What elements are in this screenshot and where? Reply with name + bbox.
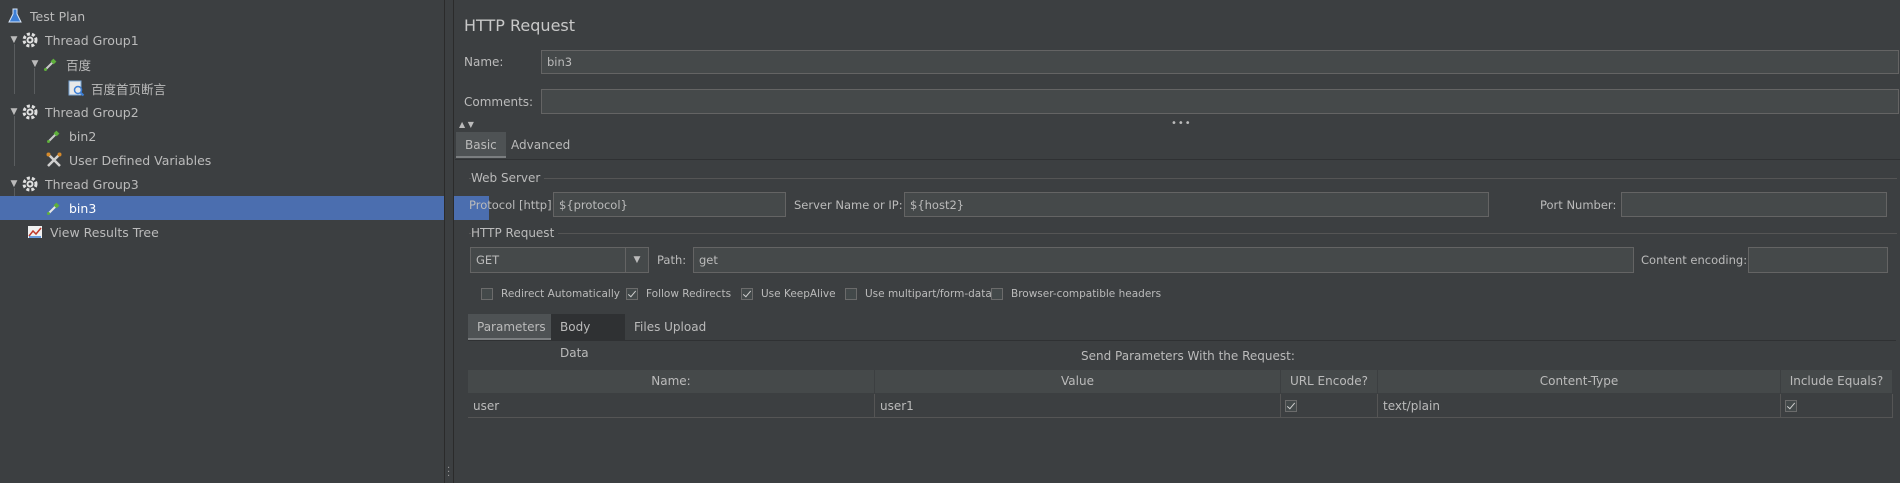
use-multipart-checkbox[interactable]: Use multipart/form-data — [845, 288, 992, 300]
checkbox-box[interactable] — [741, 288, 753, 300]
tree-item-user-defined-variables[interactable]: User Defined Variables — [0, 148, 489, 172]
follow-redirects-checkbox[interactable]: Follow Redirects — [626, 288, 731, 300]
checkbox-label: Browser-compatible headers — [1011, 288, 1162, 300]
tab-body-data[interactable]: Body Data — [551, 314, 625, 360]
url-encode-checkbox[interactable] — [1285, 400, 1297, 412]
graph-icon — [26, 223, 44, 241]
checkbox-box[interactable] — [626, 288, 638, 300]
checkbox-box[interactable] — [845, 288, 857, 300]
flask-icon — [6, 7, 24, 25]
http-request-panel: HTTP Request Name: Comments: ▲ ▼ ••• Bas… — [455, 0, 1900, 483]
tree-item-thread-group3[interactable]: ▼ Thread Group3 — [0, 172, 451, 196]
splitter-grip-icon: · · · — [447, 463, 451, 482]
gear-icon — [21, 175, 39, 193]
checkbox-label: Use KeepAlive — [761, 288, 836, 300]
content-type-cell[interactable]: text/plain — [1378, 394, 1781, 418]
wrench-icon — [45, 151, 63, 169]
gear-icon — [21, 103, 39, 121]
tree-item-baidu[interactable]: ▼ 百度 — [0, 52, 472, 76]
protocol-label: Protocol [http]: — [469, 198, 556, 212]
tree-item-thread-group1[interactable]: ▼ Thread Group1 — [0, 28, 451, 52]
redirect-automatically-checkbox[interactable]: Redirect Automatically — [481, 288, 620, 300]
port-number-field[interactable] — [1621, 192, 1887, 217]
name-field[interactable] — [541, 50, 1899, 74]
server-name-field[interactable] — [904, 192, 1489, 217]
method-value: GET — [476, 253, 500, 267]
tree-item-label: bin3 — [69, 200, 97, 216]
tree-item-baidu-assertion[interactable]: 百度首页断言 — [0, 76, 511, 100]
sub-tab-bar-line — [468, 340, 1896, 341]
expand-triangle-icon[interactable]: ▼ — [7, 35, 21, 45]
include-equals-cell[interactable] — [1781, 394, 1893, 418]
tree-item-label: Thread Group1 — [45, 32, 139, 48]
tree-item-label: bin2 — [69, 128, 97, 144]
assertion-icon — [67, 79, 85, 97]
param-name-cell[interactable]: user — [468, 394, 875, 418]
name-label: Name: — [464, 55, 504, 69]
tree-item-label: User Defined Variables — [69, 152, 212, 168]
expand-triangle-icon[interactable]: ▼ — [7, 107, 21, 117]
web-server-title: Web Server — [471, 171, 545, 185]
tree-item-label: View Results Tree — [50, 224, 159, 240]
web-server-divider — [469, 178, 1897, 179]
include-equals-checkbox[interactable] — [1785, 400, 1797, 412]
browser-compatible-headers-checkbox[interactable]: Browser-compatible headers — [991, 288, 1161, 300]
http-request-section-title: HTTP Request — [471, 226, 559, 240]
pane-splitter[interactable]: · · · — [444, 0, 454, 483]
protocol-field[interactable] — [553, 192, 786, 217]
checkbox-label: Follow Redirects — [646, 288, 732, 300]
http-request-divider — [469, 233, 1897, 234]
tab-parameters[interactable]: Parameters — [468, 314, 551, 340]
checkbox-label: Use multipart/form-data — [865, 288, 992, 300]
test-plan-tree[interactable]: Test Plan ▼ Thread Group1 ▼ 百度 百度首页断言 ▼ … — [0, 0, 489, 483]
table-row[interactable]: user user1 text/plain — [468, 394, 1893, 418]
chevron-down-icon[interactable]: ▼ — [625, 248, 648, 272]
column-header-name[interactable]: Name: — [468, 370, 875, 393]
use-keepalive-checkbox[interactable]: Use KeepAlive — [741, 288, 836, 300]
port-number-label: Port Number: — [1540, 198, 1617, 212]
page-title: HTTP Request — [464, 16, 576, 35]
param-value-cell[interactable]: user1 — [875, 394, 1281, 418]
column-header-value[interactable]: Value — [875, 370, 1281, 393]
content-encoding-label: Content encoding: — [1641, 253, 1748, 267]
collapse-arrows-icon[interactable]: ▲ ▼ — [459, 120, 474, 129]
column-header-content-type[interactable]: Content-Type — [1378, 370, 1781, 393]
tab-advanced[interactable]: Advanced — [502, 132, 579, 158]
tab-basic[interactable]: Basic — [456, 132, 506, 158]
comments-label: Comments: — [464, 95, 534, 109]
column-header-include-equals[interactable]: Include Equals? — [1781, 370, 1893, 393]
tree-item-test-plan[interactable]: Test Plan — [0, 4, 450, 28]
pipette-icon — [45, 199, 63, 217]
url-encode-cell[interactable] — [1281, 394, 1378, 418]
column-header-url-encode[interactable]: URL Encode? — [1281, 370, 1378, 393]
tree-item-label: 百度 — [66, 57, 92, 73]
table-header: Name: Value URL Encode? Content-Type Inc… — [468, 370, 1893, 393]
tab-bar-line — [455, 159, 1900, 160]
params-caption: Send Parameters With the Request: — [1081, 349, 1295, 363]
tree-item-bin3[interactable]: bin3 — [0, 196, 489, 220]
expand-triangle-icon[interactable]: ▼ — [7, 179, 21, 189]
checkbox-label: Redirect Automatically — [501, 288, 620, 300]
pipette-icon — [42, 55, 60, 73]
server-name-label: Server Name or IP: — [794, 198, 903, 212]
path-label: Path: — [657, 253, 687, 267]
pipette-icon — [45, 127, 63, 145]
tree-item-label: 百度首页断言 — [91, 81, 167, 97]
gear-icon — [21, 31, 39, 49]
path-field[interactable] — [693, 247, 1634, 273]
tree-item-label: Thread Group2 — [45, 104, 139, 120]
tree-item-label: Test Plan — [30, 8, 86, 24]
tree-item-bin2[interactable]: bin2 — [0, 124, 489, 148]
checkbox-box[interactable] — [481, 288, 493, 300]
tree-item-label: Thread Group3 — [45, 176, 139, 192]
content-encoding-field[interactable] — [1748, 247, 1888, 273]
divider-grip-icon[interactable]: ••• — [1171, 118, 1192, 129]
checkbox-box[interactable] — [991, 288, 1003, 300]
comments-field[interactable] — [541, 89, 1899, 114]
tree-item-thread-group2[interactable]: ▼ Thread Group2 — [0, 100, 451, 124]
expand-triangle-icon[interactable]: ▼ — [28, 59, 42, 69]
method-select[interactable]: GET ▼ — [470, 247, 649, 273]
tab-files-upload[interactable]: Files Upload — [625, 314, 715, 340]
tree-item-view-results-tree[interactable]: View Results Tree — [0, 220, 470, 244]
